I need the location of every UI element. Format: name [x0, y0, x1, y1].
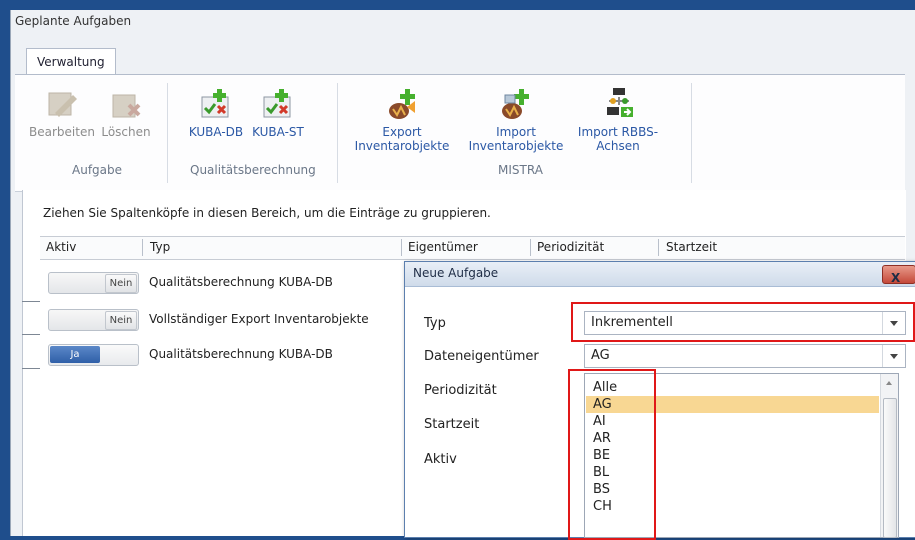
start-time-label: Startzeit [424, 417, 480, 432]
type-label: Typ [424, 316, 446, 331]
active-label: Aktiv [424, 452, 457, 467]
task-type: Qualitätsberechnung KUBA-DB [149, 275, 333, 289]
kuba-db-button[interactable]: KUBA-DB [187, 87, 245, 139]
column-header-typ[interactable]: Typ [150, 240, 170, 254]
periodicity-label: Periodizität [424, 383, 497, 398]
column-header-eigentuemer[interactable]: Eigentümer [408, 240, 478, 254]
grid-header: Aktiv Typ Eigentümer Periodizität Startz… [40, 236, 905, 260]
annotation-highlight-type [571, 302, 915, 342]
quality-calc-icon [199, 87, 233, 121]
column-header-aktiv[interactable]: Aktiv [46, 240, 76, 254]
data-owner-combobox[interactable]: AG [584, 344, 906, 368]
group-label-mistra: MISTRA [498, 163, 543, 177]
dialog-title: Neue Aufgabe [413, 266, 499, 280]
annotation-highlight-options [568, 369, 656, 540]
edit-icon [45, 87, 79, 121]
import-axes-icon [601, 87, 635, 121]
column-header-startzeit[interactable]: Startzeit [666, 240, 717, 254]
delete-icon [109, 87, 143, 121]
delete-button[interactable]: Löschen [95, 87, 157, 139]
group-label-qualitaetsberechnung: Qualitätsberechnung [190, 163, 316, 177]
group-by-hint[interactable]: Ziehen Sie Spaltenköpfe in diesen Bereic… [43, 206, 491, 220]
kuba-st-button[interactable]: KUBA-ST [249, 87, 307, 139]
task-type: Qualitätsberechnung KUBA-DB [149, 347, 333, 361]
column-header-periodizitaet[interactable]: Periodizität [537, 240, 604, 254]
chevron-down-icon[interactable] [882, 345, 905, 367]
window-title: Geplante Aufgaben [15, 14, 132, 28]
import-inventory-button[interactable]: Import Inventarobjekte [461, 87, 571, 153]
close-icon: X [891, 271, 901, 285]
dropdown-scrollbar[interactable] [880, 374, 898, 538]
active-toggle[interactable]: Nein [48, 309, 139, 331]
active-toggle[interactable]: Ja [48, 344, 139, 366]
dialog-titlebar: Neue Aufgabe X [405, 262, 915, 287]
ribbon: Bearbeiten Löschen KUBA-DB KUBA-ST Expor… [15, 74, 905, 192]
export-icon [385, 87, 419, 121]
active-toggle[interactable]: Nein [48, 272, 139, 294]
scrollbar-thumb[interactable] [883, 398, 897, 538]
group-label-aufgabe: Aufgabe [72, 163, 123, 177]
close-button[interactable]: X [882, 265, 915, 285]
import-rbbs-axes-button[interactable]: Import RBBS- Achsen [577, 87, 659, 153]
edit-button[interactable]: Bearbeiten [29, 87, 95, 139]
task-type: Vollständiger Export Inventarobjekte [149, 312, 369, 326]
tab-verwaltung[interactable]: Verwaltung [26, 48, 116, 75]
quality-calc-icon [261, 87, 295, 121]
data-owner-label: Dateneigentümer [424, 349, 539, 364]
import-icon [499, 87, 533, 121]
export-inventory-button[interactable]: Export Inventarobjekte [347, 87, 457, 153]
